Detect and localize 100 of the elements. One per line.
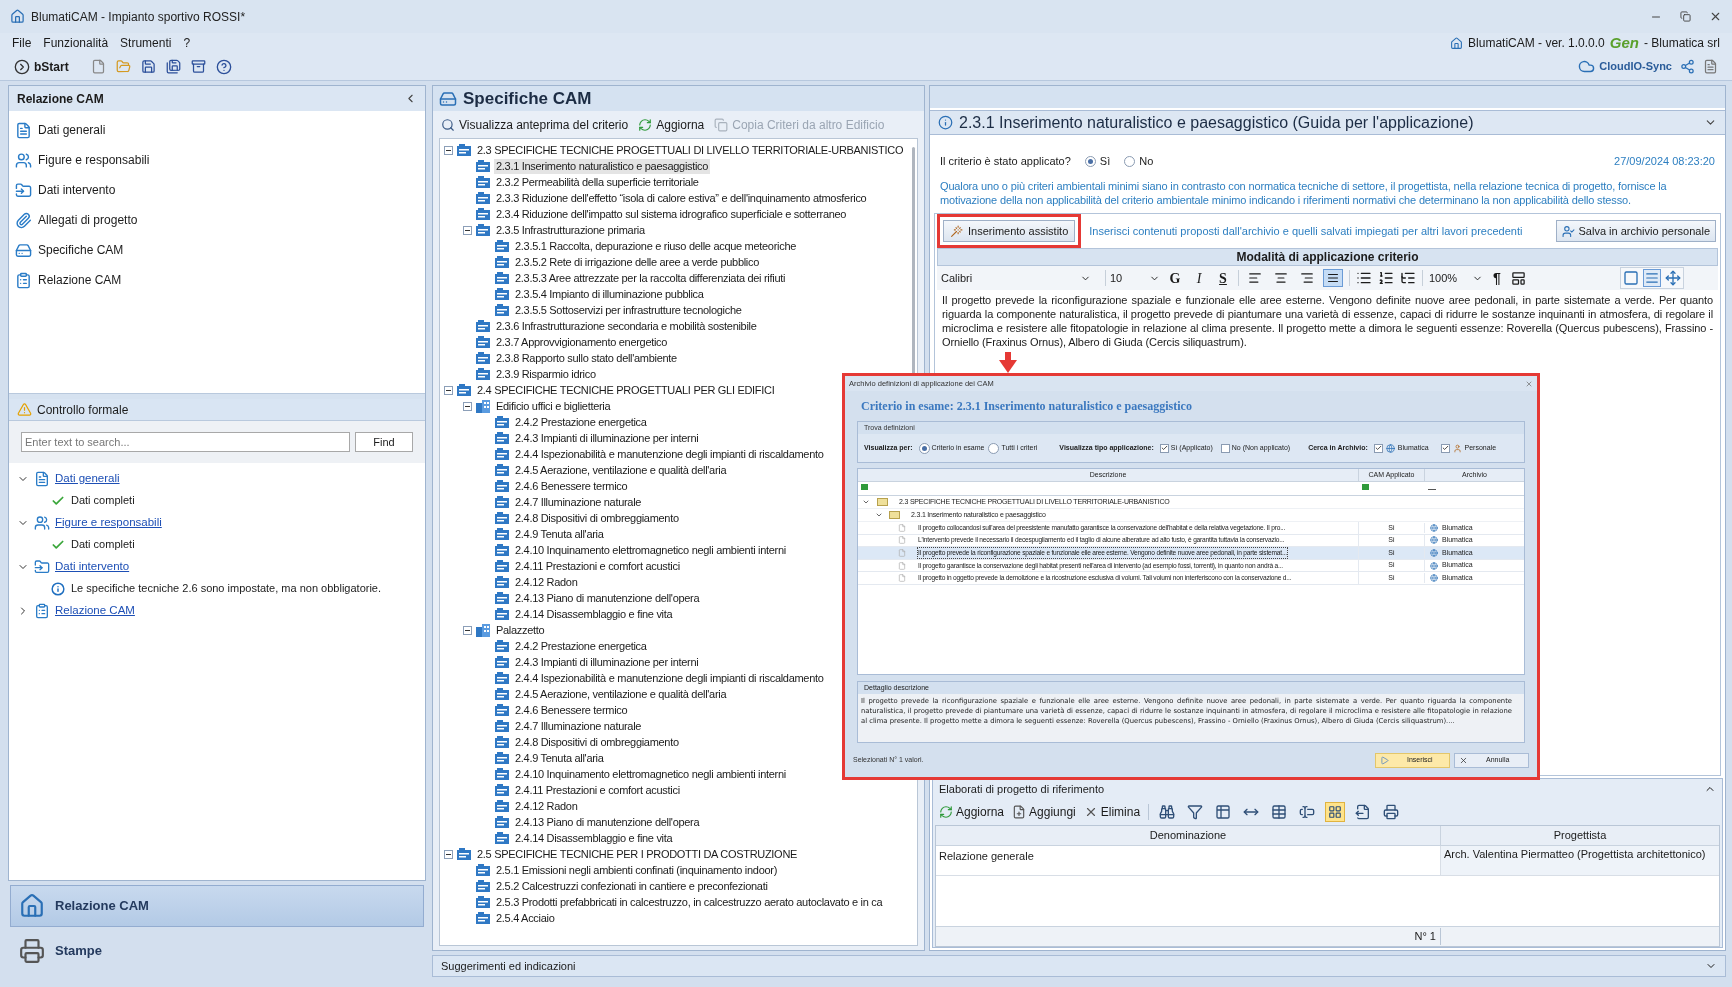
square-icon[interactable] <box>1622 269 1640 287</box>
radio-button[interactable] <box>1084 155 1096 167</box>
collapse-toggle[interactable] <box>463 401 472 411</box>
tree-item[interactable]: 2.3.6 Infrastrutturazione secondaria e mobilità sostenibile <box>494 318 759 334</box>
menu-item[interactable]: Funzionalità <box>43 34 109 52</box>
tree-item[interactable]: 2.4.6 Benessere termico <box>513 478 630 494</box>
tree-item[interactable]: 2.5.3 Prodotti prefabbricati in calcestruzzo, in calcestruzzo aerato autoclavato e in ca <box>494 894 885 910</box>
tree-item[interactable]: 2.4.5 Aerazione, ventilazione e qualità dell'aria <box>513 686 729 702</box>
tree-item[interactable]: 2.3.2 Permeabilità della superficie territoriale <box>494 174 701 190</box>
size-dropdown[interactable]: 10 <box>1105 269 1160 287</box>
tree-item[interactable]: 2.4.9 Tenuta all'aria <box>513 526 606 542</box>
strikethrough-button[interactable]: S <box>1214 267 1232 289</box>
radio-button[interactable] <box>1124 155 1136 167</box>
link[interactable]: Relazione CAM <box>55 601 135 620</box>
toolbar-button[interactable]: Visualizza anteprima del criterio <box>441 115 629 134</box>
tree-item[interactable]: 2.5.4 Acciaio <box>494 910 557 926</box>
radio-button[interactable] <box>988 442 1000 454</box>
collapse-toggle[interactable] <box>444 145 453 155</box>
tree-item[interactable]: Palazzetto <box>494 622 547 638</box>
tree-item[interactable]: 2.4.7 Illuminazione naturale <box>513 718 644 734</box>
save-archive-button[interactable]: Salva in archivio personale <box>1555 220 1716 242</box>
nav-item[interactable]: Dati intervento <box>13 175 421 205</box>
bold-button[interactable]: G <box>1166 267 1184 289</box>
save-icon[interactable] <box>140 59 156 74</box>
sync-button[interactable]: CloudIO-Sync <box>1578 58 1672 75</box>
tree-item[interactable]: 2.4.2 Prestazione energetica <box>513 638 649 654</box>
collapse-toggle[interactable] <box>463 625 472 635</box>
nav-item[interactable]: Dati generali <box>13 115 421 145</box>
tree-item[interactable]: 2.5.2 Calcestruzzi confezionati in cantiere e preconfezionati <box>494 878 770 894</box>
tree-item[interactable]: 2.4.13 Piano di manutenzione dell'opera <box>513 814 702 830</box>
toolbar-button[interactable]: Aggiorna <box>939 803 1005 821</box>
move-icon[interactable] <box>1664 269 1682 287</box>
tree-item[interactable]: 2.4.12 Radon <box>513 574 580 590</box>
bullet-list-icon[interactable] <box>1356 270 1372 286</box>
menu-item[interactable]: File <box>12 34 32 52</box>
restore-button[interactable] <box>1680 11 1691 22</box>
paragraph-button[interactable]: ¶ <box>1489 267 1505 289</box>
hints-bar[interactable]: Suggerimenti ed indicazioni <box>432 955 1726 977</box>
tree-item[interactable]: 2.3.7 Approvvigionamento energetico <box>494 334 670 350</box>
checkbox[interactable] <box>1220 443 1230 453</box>
tree-item[interactable]: 2.4.11 Prestazioni e comfort acustici <box>513 558 682 574</box>
tree-item[interactable]: 2.4.11 Prestazioni e comfort acustici <box>513 782 682 798</box>
link[interactable]: Figure e responsabili <box>55 513 162 532</box>
toolbar-button[interactable]: Aggiungi <box>1012 803 1076 821</box>
close-button[interactable] <box>1709 10 1722 23</box>
nav-item[interactable]: Specifiche CAM <box>13 235 421 265</box>
tree-item[interactable]: 2.4.8 Dispositivi di ombreggiamento <box>513 510 681 526</box>
menu-item[interactable]: ? <box>183 34 191 52</box>
nav-button[interactable]: Relazione CAM <box>10 885 424 927</box>
tree-item[interactable]: 2.3.8 Rapporto sullo stato dell'ambiente <box>494 350 679 366</box>
toolbar-button[interactable]: Aggiorna <box>638 115 705 134</box>
tree-item[interactable]: 2.4.10 Inquinamento elettromagnetico negli ambienti interni <box>513 542 788 558</box>
radio-button[interactable] <box>918 442 930 454</box>
menu-item[interactable]: Strumenti <box>120 34 172 52</box>
tree-item[interactable]: 2.4.5 Aerazione, ventilazione e qualità dell'aria <box>513 462 729 478</box>
new-file-icon[interactable] <box>90 59 106 74</box>
tree-item[interactable]: 2.4.14 Disassemblaggio e fine vita <box>513 830 675 846</box>
collapse-toggle[interactable] <box>444 385 453 395</box>
tree-item[interactable]: 2.4.13 Piano di manutenzione dell'opera <box>513 590 702 606</box>
nav-button[interactable]: Stampe <box>10 930 424 972</box>
tree-item[interactable]: 2.3.5.5 Sottoservizi per infrastrutture tecnologiche <box>513 302 744 318</box>
tree-item[interactable]: 2.4.2 Prestazione energetica <box>513 414 649 430</box>
tree-item[interactable]: 2.3.5.2 Rete di irrigazione delle aree a verde pubblico <box>513 254 761 270</box>
tree-item[interactable]: 2.3.5.1 Raccolta, depurazione e riuso delle acque meteoriche <box>513 238 799 254</box>
tree-item[interactable]: 2.3.5.3 Aree attrezzate per la raccolta differenziata dei rifiuti <box>513 270 788 286</box>
start-button[interactable]: bStart <box>14 57 69 76</box>
tree-item[interactable]: 2.4.4 Ispezionabilità e manutenzione degli impianti di riscaldamento <box>513 670 826 686</box>
page-layout-icon[interactable] <box>1511 270 1526 286</box>
tree-item[interactable]: 2.4.12 Radon <box>513 798 580 814</box>
collapse-toggle[interactable] <box>463 225 472 235</box>
text-lines-icon[interactable] <box>1643 269 1661 287</box>
collapse-toggle[interactable] <box>444 849 453 859</box>
tree-item[interactable]: Edificio uffici e biglietteria <box>494 398 613 414</box>
grid-icon[interactable] <box>1325 802 1346 822</box>
numbered-list-icon[interactable] <box>1378 270 1394 286</box>
collapse-chevron-icon[interactable] <box>862 498 870 506</box>
tree-item[interactable]: 2.4.7 Illuminazione naturale <box>513 494 644 510</box>
archive-icon[interactable] <box>190 59 206 74</box>
find-button[interactable]: Find <box>355 432 413 452</box>
tree-item[interactable]: 2.3.5.4 Impianto di illuminazione pubblica <box>513 286 706 302</box>
tree-item[interactable]: 2.4.8 Dispositivi di ombreggiamento <box>513 734 681 750</box>
checkbox[interactable] <box>1373 443 1383 453</box>
tree-item[interactable]: 2.3.3 Riduzione dell'effetto “isola di calore estiva” e dell'inquinamento atmosferico <box>494 190 869 206</box>
tree-item[interactable]: 2.5 SPECIFICHE TECNICHE PER I PRODOTTI DA COSTRUZIONE <box>475 846 800 862</box>
tree-item[interactable]: 2.4.3 Impianti di illuminazione per interni <box>513 654 701 670</box>
tree-item[interactable]: 2.4.9 Tenuta all'aria <box>513 750 606 766</box>
tree-item[interactable]: 2.4.6 Benessere termico <box>513 702 630 718</box>
tree-item[interactable]: 2.4.4 Ispezionabilità e manutenzione degli impianti di riscaldamento <box>513 446 826 462</box>
tree-item[interactable]: 2.3.1 Inserimento naturalistico e paesaggistico <box>494 158 711 174</box>
tree-item[interactable]: 2.4.3 Impianti di illuminazione per interni <box>513 430 701 446</box>
tree-item[interactable]: 2.4 SPECIFICHE TECNICHE PROGETTUALI PER GLI EDIFICI <box>475 382 777 398</box>
checkbox[interactable] <box>1159 443 1169 453</box>
link[interactable]: Dati generali <box>55 469 120 488</box>
link[interactable]: Dati intervento <box>55 557 130 576</box>
checkbox[interactable] <box>1440 443 1450 453</box>
italic-button[interactable]: I <box>1190 267 1208 289</box>
nav-item[interactable]: Relazione CAM <box>13 265 421 295</box>
tree-item[interactable]: 2.3.9 Risparmio idrico <box>494 366 598 382</box>
assist-button[interactable]: Inserimento assistito <box>943 220 1076 242</box>
tree-item[interactable]: 2.4.14 Disassemblaggio e fine vita <box>513 606 675 622</box>
